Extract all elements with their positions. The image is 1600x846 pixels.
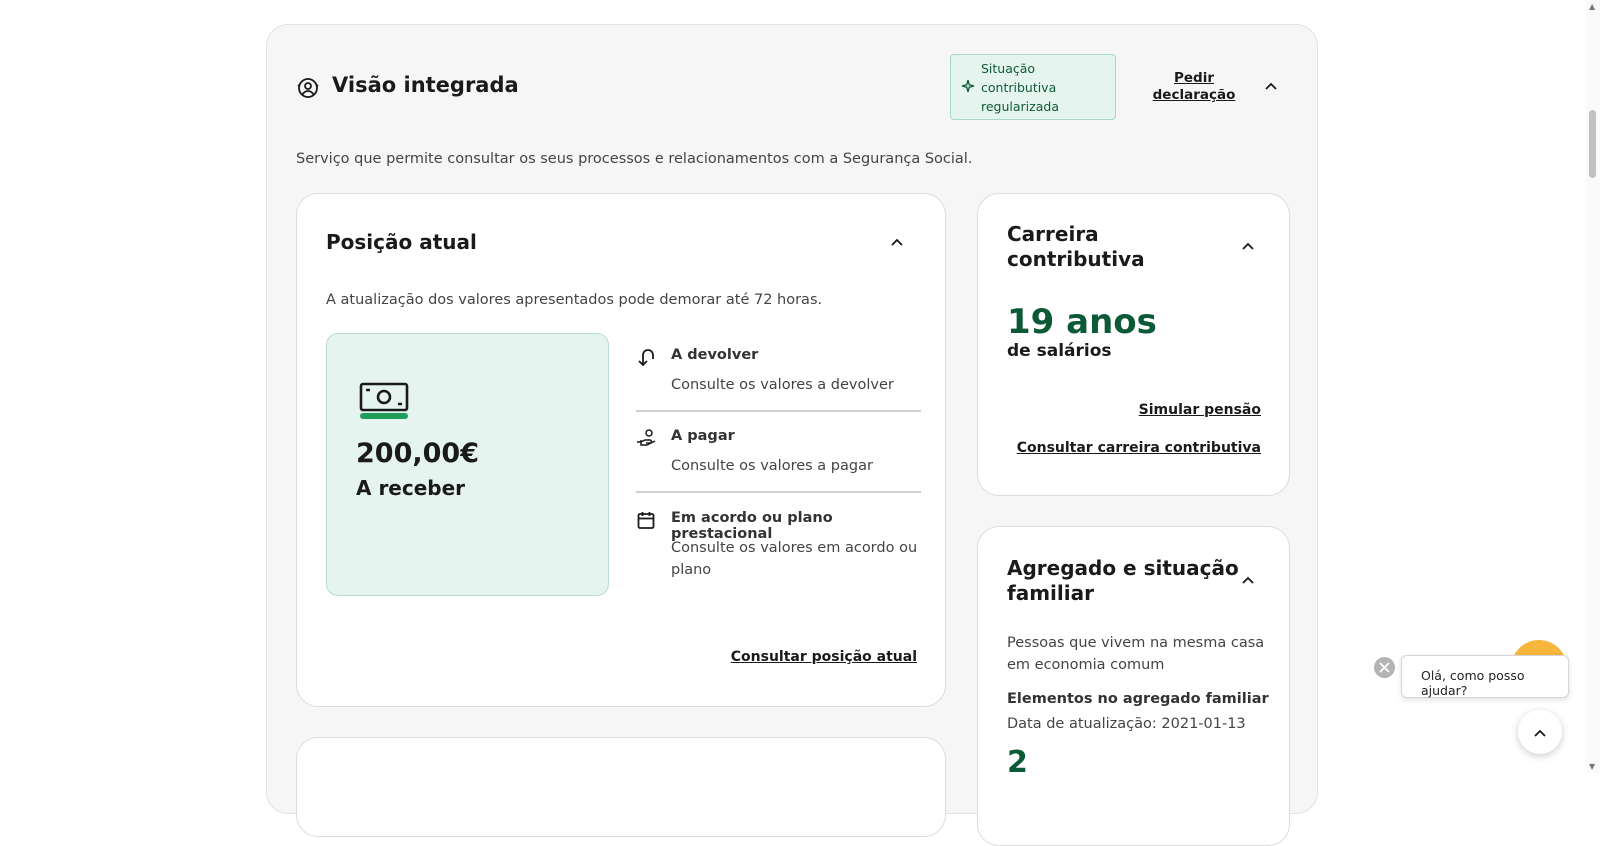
household-elements-label: Elementos no agregado familiar xyxy=(1007,691,1269,707)
return-arrow-icon xyxy=(638,349,654,367)
request-declaration-link[interactable]: Pedir declaração xyxy=(1139,70,1249,104)
scroll-down-arrow-icon[interactable]: ▼ xyxy=(1589,762,1595,771)
divider xyxy=(636,410,921,412)
household-card: Agregado e situação familiar Pessoas que… xyxy=(977,526,1290,846)
banknote-icon xyxy=(359,382,409,419)
household-title: Agregado e situação familiar xyxy=(1007,556,1239,605)
amount-value: 200,00€ xyxy=(356,438,479,469)
status-badge-text: Situação contributiva regularizada xyxy=(981,61,1059,114)
career-years: 19 anos xyxy=(1007,302,1157,342)
to-return-desc: Consulte os valores a devolver xyxy=(671,377,894,393)
chat-close-button[interactable] xyxy=(1374,657,1395,678)
calendar-icon xyxy=(637,512,655,529)
amount-label: A receber xyxy=(356,476,466,500)
chevron-up-icon[interactable] xyxy=(1240,238,1256,254)
hand-coin-icon xyxy=(637,429,656,446)
next-card xyxy=(296,737,946,837)
update-note: A atualização dos valores apresentados p… xyxy=(326,292,823,308)
household-update-date: Data de atualização: 2021-01-13 xyxy=(1007,716,1246,732)
career-years-sub: de salários xyxy=(1007,341,1112,361)
to-return-title: A devolver xyxy=(671,347,759,363)
to-pay-title: A pagar xyxy=(671,428,735,444)
close-icon xyxy=(1379,662,1390,673)
back-to-top-button[interactable] xyxy=(1518,710,1562,754)
chevron-up-icon[interactable] xyxy=(1263,78,1279,94)
panel-header: Visão integrada Situação contributiva re… xyxy=(267,25,1317,150)
status-badge: Situação contributiva regularizada xyxy=(950,54,1116,120)
list-item-installment-plan[interactable]: Em acordo ou plano prestacional Consulte… xyxy=(636,510,921,590)
chevron-up-icon[interactable] xyxy=(1240,572,1256,588)
amount-receivable-box: 200,00€ A receber xyxy=(326,333,609,596)
divider xyxy=(636,491,921,493)
list-item-to-return[interactable]: A devolver Consulte os valores a devolve… xyxy=(636,347,921,407)
current-position-card: Posição atual A atualização dos valores … xyxy=(296,193,946,707)
integrated-view-panel: Visão integrada Situação contributiva re… xyxy=(266,24,1318,846)
to-pay-desc: Consulte os valores a pagar xyxy=(671,458,873,474)
scroll-thumb[interactable] xyxy=(1589,110,1596,178)
sparkle-icon xyxy=(961,79,975,93)
integrated-view-icon xyxy=(297,78,319,98)
list-item-to-pay[interactable]: A pagar Consulte os valores a pagar xyxy=(636,428,921,488)
scroll-up-arrow-icon[interactable]: ▲ xyxy=(1589,2,1595,11)
career-card: Carreira contributiva 19 anos de salário… xyxy=(977,193,1290,496)
current-position-title: Posição atual xyxy=(326,230,477,254)
chevron-up-icon xyxy=(1534,729,1546,737)
consult-career-link[interactable]: Consultar carreira contributiva xyxy=(1017,440,1261,456)
simulate-pension-link[interactable]: Simular pensão xyxy=(1139,402,1261,418)
chevron-up-icon[interactable] xyxy=(889,234,905,250)
household-count: 2 xyxy=(1007,745,1028,780)
installment-desc: Consulte os valores em acordo ou plano xyxy=(671,540,918,578)
panel-description: Serviço que permite consultar os seus pr… xyxy=(296,151,973,167)
chat-greeting-bubble[interactable]: Olá, como posso ajudar? xyxy=(1401,655,1569,698)
career-title: Carreira contributiva xyxy=(1007,222,1145,271)
consult-current-position-link[interactable]: Consultar posição atual xyxy=(731,649,917,665)
panel-title: Visão integrada xyxy=(332,73,519,97)
scrollbar[interactable]: ▲ ▼ xyxy=(1586,0,1600,773)
household-desc: Pessoas que vivem na mesma casa em econo… xyxy=(1007,635,1265,673)
